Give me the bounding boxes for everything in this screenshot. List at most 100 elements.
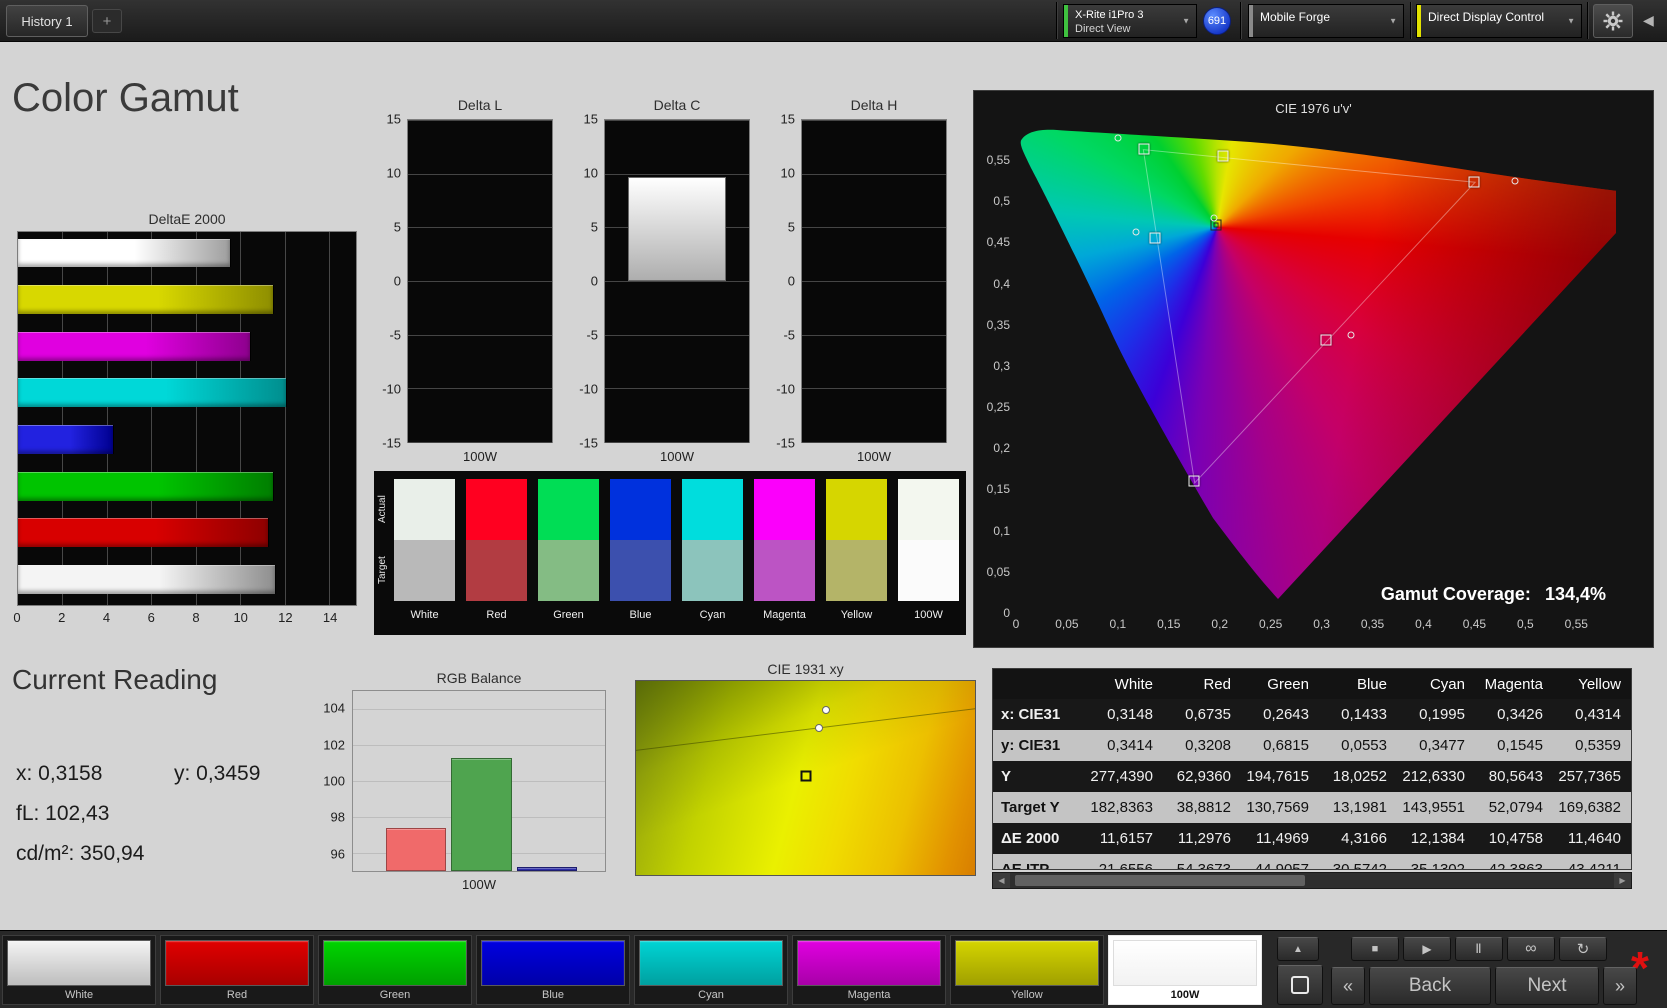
measured-circle-marker [1347, 331, 1355, 339]
patch-button-cyan[interactable]: Cyan [634, 935, 788, 1005]
patch-color [797, 940, 941, 986]
x-tick-label: 0,55 [1564, 617, 1588, 631]
column-header: Green [1267, 675, 1309, 693]
table-cell: 0,3426 [1497, 706, 1543, 723]
x-tick-label: 0,2 [1211, 617, 1229, 631]
cie1976-plot: Gamut Coverage: 134,4% [1016, 127, 1616, 613]
column-header: Cyan [1429, 675, 1465, 693]
swatch-column: 100W [898, 479, 959, 621]
pattern-up-button[interactable]: ▲ [1277, 937, 1319, 961]
scroll-right-button[interactable]: ▶ [1614, 873, 1631, 888]
y-tick-label: 104 [323, 700, 345, 716]
patch-color [7, 940, 151, 986]
y-tick-label: 15 [583, 111, 598, 127]
patch-button-red[interactable]: Red [160, 935, 314, 1005]
meter-dropdown[interactable]: X-Rite i1Pro 3 Direct View ▼ [1063, 4, 1197, 38]
measured-dot-marker [821, 706, 830, 715]
y-tick-label: 5 [787, 219, 795, 235]
y-tick-label: 98 [330, 809, 345, 825]
row-label: x: CIE31 [1001, 706, 1061, 723]
table-cell: 11,6157 [1099, 830, 1153, 847]
gridline [353, 709, 605, 710]
bottom-bar: White Red Green Blue Cyan Magenta Yellow 100W ▲… [0, 930, 1667, 1008]
delta-h-xlabel: 100W [857, 449, 891, 464]
patch-button-yellow[interactable]: Yellow [950, 935, 1104, 1005]
patch-label: Green [379, 989, 411, 1001]
autocal-star-icon[interactable]: * [1620, 931, 1660, 994]
reading-fl: fL: 102,43 [16, 802, 110, 825]
delta-h-title: Delta H [850, 97, 898, 113]
continuous-read-button[interactable]: ∞ [1507, 937, 1555, 961]
patch-button-100w[interactable]: 100W [1108, 935, 1262, 1005]
patch-button-white[interactable]: White [2, 935, 156, 1005]
back-button[interactable]: Back [1369, 967, 1491, 1005]
swatch-column: White [394, 479, 455, 621]
chevron-down-icon: ▼ [1389, 16, 1397, 26]
pattern-window-button[interactable] [1277, 965, 1323, 1005]
meter-status-badge: 691 [1203, 7, 1231, 35]
row-label: ΔE 2000 [1001, 830, 1060, 847]
pause-button[interactable]: Ⅱ [1455, 937, 1503, 961]
table-cell: 0,3477 [1419, 737, 1465, 754]
target-square-marker [1468, 176, 1480, 188]
current-reading-title: Current Reading [12, 664, 218, 695]
x-tick-label: 0,4 [1415, 617, 1432, 631]
table-cell: 11,2976 [1177, 830, 1231, 847]
skip-forward-button[interactable]: » [1603, 967, 1637, 1005]
chevron-down-icon: ▼ [1567, 16, 1575, 26]
calman-app-window: History 1 + X-Rite i1Pro 3 Direct View ▼… [0, 0, 1667, 1008]
patch-label: Cyan [698, 989, 724, 1001]
scroll-left-button[interactable]: ◀ [993, 873, 1010, 888]
table-cell: 12,1384 [1410, 830, 1465, 847]
patch-button-blue[interactable]: Blue [476, 935, 630, 1005]
gridline [329, 232, 331, 605]
table-cell: 194,7615 [1246, 768, 1309, 785]
source-dropdown[interactable]: Mobile Forge ▼ [1248, 4, 1404, 38]
repeat-button[interactable]: ↻ [1559, 937, 1607, 961]
actual-swatch [826, 479, 887, 540]
column-header: Blue [1356, 675, 1387, 693]
deltae-bar-green [18, 471, 274, 501]
display-control-name: Direct Display Control [1428, 10, 1545, 24]
collapse-panel-icon[interactable]: ◀ [1643, 12, 1654, 29]
deltae2000-plot [17, 231, 357, 606]
gridline [605, 442, 749, 443]
meter-name: X-Rite i1Pro 3 [1075, 9, 1144, 21]
table-cell: 0,6735 [1185, 706, 1231, 723]
play-button[interactable]: ▶ [1403, 937, 1451, 961]
table-cell: 18,0252 [1332, 768, 1387, 785]
x-tick-label: 10 [233, 610, 248, 625]
reading-x: x: 0,3158 [16, 762, 103, 785]
patch-color [955, 940, 1099, 986]
display-control-dropdown[interactable]: Direct Display Control ▼ [1416, 4, 1582, 38]
y-tick-label: 100 [323, 773, 345, 789]
meter-accent [1064, 5, 1068, 37]
swatch-column: Green [538, 479, 599, 621]
y-tick-label: 5 [393, 219, 401, 235]
history-tab[interactable]: History 1 [6, 5, 88, 37]
y-tick-label: 0,55 [986, 152, 1010, 167]
table-scrollbar[interactable]: ◀ ▶ [992, 872, 1632, 889]
toolbar-separator [1410, 2, 1411, 39]
settings-button[interactable] [1593, 4, 1633, 38]
patch-button-green[interactable]: Green [318, 935, 472, 1005]
x-tick-label: 0,25 [1258, 617, 1283, 631]
scroll-thumb[interactable] [1015, 875, 1305, 886]
skip-back-button[interactable]: « [1331, 967, 1365, 1005]
target-square-marker [1217, 150, 1229, 162]
gridline [408, 388, 552, 390]
next-button[interactable]: Next [1495, 967, 1599, 1005]
rgb-balance-title: RGB Balance [436, 670, 522, 686]
add-tab-button[interactable]: + [92, 9, 122, 33]
row-label: ΔE ITP [1001, 861, 1050, 870]
y-tick-label: -15 [579, 435, 598, 451]
cie1976-title: CIE 1976 u'v' [1275, 101, 1352, 116]
patch-button-magenta[interactable]: Magenta [792, 935, 946, 1005]
patch-label: Blue [541, 989, 565, 1001]
stop-button[interactable]: ■ [1351, 937, 1399, 961]
delta-bar [628, 176, 726, 281]
swatch-strip: Actual Target White Red Green Blue Cyan Magen… [374, 471, 966, 635]
y-tick-label: 0,25 [986, 400, 1010, 415]
y-tick-label: 0,3 [993, 358, 1010, 373]
source-name: Mobile Forge [1260, 10, 1331, 24]
